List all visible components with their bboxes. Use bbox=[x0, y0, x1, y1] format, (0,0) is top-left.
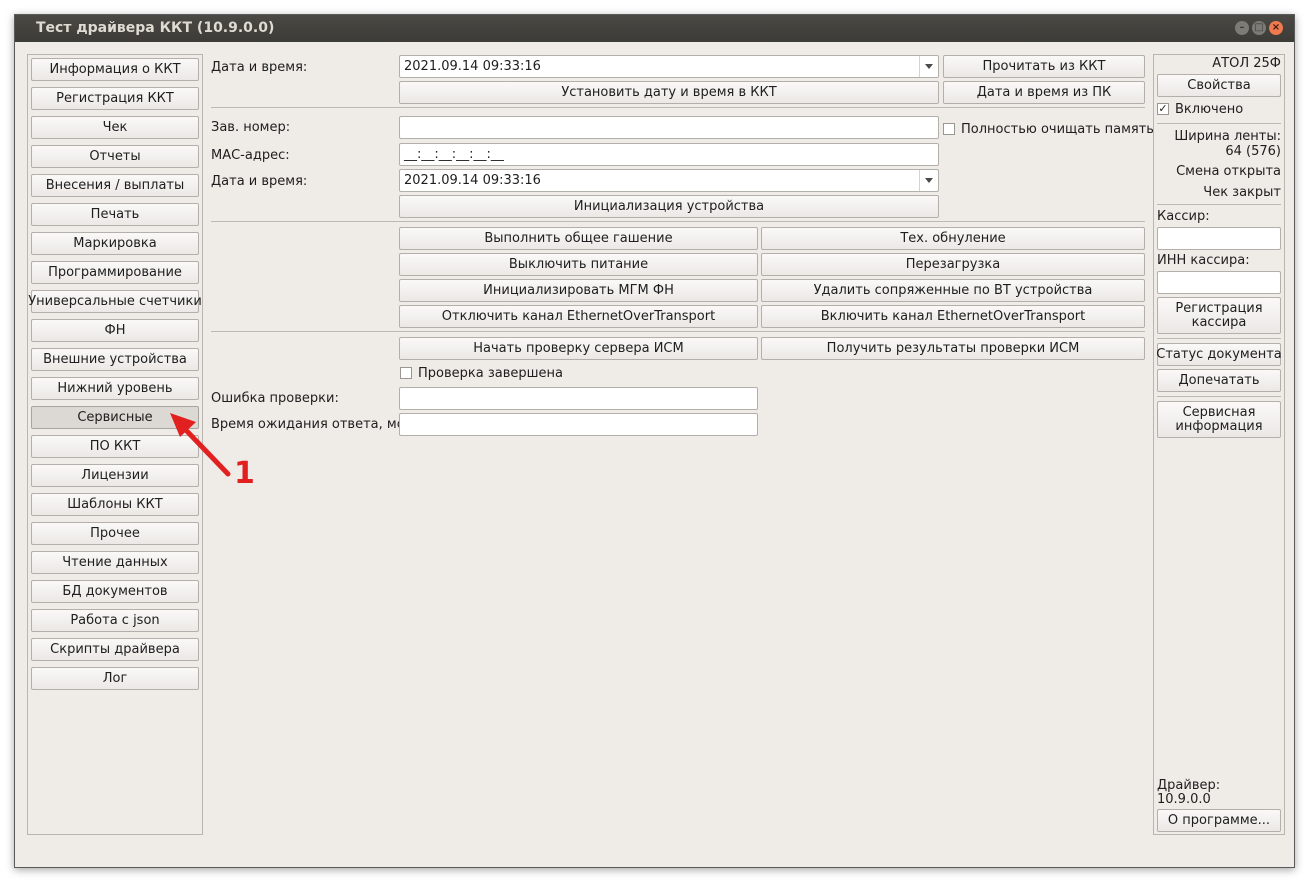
service-info-button[interactable]: Сервисная информация bbox=[1157, 401, 1281, 438]
sidebar-item-16[interactable]: Шаблоны ККТ bbox=[31, 493, 199, 516]
enabled-label: Включено bbox=[1175, 102, 1244, 117]
close-icon[interactable]: × bbox=[1269, 21, 1283, 35]
reprint-button[interactable]: Допечатать bbox=[1157, 369, 1281, 392]
sidebar-item-20[interactable]: Работа с json bbox=[31, 609, 199, 632]
datetime-from-pc-button[interactable]: Дата и время из ПК bbox=[943, 81, 1145, 104]
datetime-combo[interactable]: 2021.09.14 09:33:16 bbox=[399, 55, 939, 78]
separator bbox=[1157, 204, 1281, 205]
tech-reset-button[interactable]: Тех. обнуление bbox=[761, 227, 1145, 250]
separator bbox=[211, 221, 1145, 222]
minimize-icon[interactable]: – bbox=[1235, 21, 1249, 35]
mac-input[interactable]: __:__:__:__:__:__ bbox=[399, 143, 939, 166]
power-off-button[interactable]: Выключить питание bbox=[399, 253, 758, 276]
annotation-arrow-icon bbox=[170, 413, 231, 477]
serial-input[interactable] bbox=[399, 116, 939, 139]
check-done-label: Проверка завершена bbox=[418, 366, 563, 381]
cashier-inn-input[interactable] bbox=[1157, 271, 1281, 294]
init-datetime-combo[interactable]: 2021.09.14 09:33:16 bbox=[399, 169, 939, 192]
full-clear-checkbox[interactable] bbox=[943, 123, 955, 135]
init-datetime-label: Дата и время: bbox=[211, 174, 308, 189]
title-bar[interactable]: Тест драйвера ККТ (10.9.0.0) – □ × bbox=[15, 15, 1294, 42]
maximize-icon[interactable]: □ bbox=[1252, 21, 1266, 35]
init-datetime-value: 2021.09.14 09:33:16 bbox=[404, 173, 541, 188]
separator bbox=[1157, 123, 1281, 124]
sidebar-item-1[interactable]: Информация о ККТ bbox=[31, 58, 199, 81]
sidebar-item-3[interactable]: Чек bbox=[31, 116, 199, 139]
sidebar-item-12[interactable]: Нижний уровень bbox=[31, 377, 199, 400]
datetime-combo-value: 2021.09.14 09:33:16 bbox=[404, 59, 541, 74]
remove-bt-button[interactable]: Удалить сопряженные по BT устройства bbox=[761, 279, 1145, 302]
serial-label: Зав. номер: bbox=[211, 120, 291, 135]
device-model: АТОЛ 25Ф bbox=[1212, 56, 1281, 71]
about-button[interactable]: О программе... bbox=[1157, 809, 1281, 832]
check-done-checkbox[interactable] bbox=[400, 367, 412, 379]
full-clear-label: Полностью очищать память bbox=[961, 122, 1154, 137]
datetime-label: Дата и время: bbox=[211, 60, 308, 75]
start-ism-check-button[interactable]: Начать проверку сервера ИСМ bbox=[399, 337, 758, 360]
window-title: Тест драйвера ККТ (10.9.0.0) bbox=[36, 20, 275, 36]
read-datetime-button[interactable]: Прочитать из ККТ bbox=[943, 55, 1145, 78]
sidebar-item-17[interactable]: Прочее bbox=[31, 522, 199, 545]
separator bbox=[211, 107, 1145, 108]
sidebar-item-19[interactable]: БД документов bbox=[31, 580, 199, 603]
sidebar-item-7[interactable]: Маркировка bbox=[31, 232, 199, 255]
sidebar-item-5[interactable]: Внесения / выплаты bbox=[31, 174, 199, 197]
annotation-arrow-shaft bbox=[179, 423, 231, 477]
timeout-input[interactable] bbox=[399, 413, 758, 436]
receipt-status: Чек закрыт bbox=[1203, 185, 1281, 200]
sidebar-item-21[interactable]: Скрипты драйвера bbox=[31, 638, 199, 661]
separator bbox=[1157, 396, 1281, 397]
driver-label: Драйвер: bbox=[1157, 778, 1221, 793]
separator bbox=[211, 331, 1145, 332]
separator bbox=[1157, 338, 1281, 339]
cashier-inn-label: ИНН кассира: bbox=[1157, 253, 1250, 268]
register-cashier-button[interactable]: Регистрация кассира bbox=[1157, 297, 1281, 334]
sidebar-item-8[interactable]: Программирование bbox=[31, 261, 199, 284]
annotation-number: 1 bbox=[234, 456, 255, 491]
disable-eot-button[interactable]: Отключить канал EthernetOverTransport bbox=[399, 305, 758, 328]
tape-width-label: Ширина ленты: bbox=[1174, 129, 1281, 144]
set-datetime-button[interactable]: Установить дату и время в ККТ bbox=[399, 81, 939, 104]
enable-eot-button[interactable]: Включить канал EthernetOverTransport bbox=[761, 305, 1145, 328]
chevron-down-icon[interactable] bbox=[919, 56, 938, 77]
mac-label: МАС-адрес: bbox=[211, 148, 290, 163]
tape-width-value: 64 (576) bbox=[1225, 144, 1281, 159]
timeout-label: Время ожидания ответа, мс: bbox=[211, 417, 409, 432]
sidebar-item-4[interactable]: Отчеты bbox=[31, 145, 199, 168]
driver-version: 10.9.0.0 bbox=[1157, 792, 1211, 807]
general-clear-button[interactable]: Выполнить общее гашение bbox=[399, 227, 758, 250]
sidebar-item-22[interactable]: Лог bbox=[31, 667, 199, 690]
sidebar-item-18[interactable]: Чтение данных bbox=[31, 551, 199, 574]
cashier-input[interactable] bbox=[1157, 227, 1281, 250]
sidebar-item-2[interactable]: Регистрация ККТ bbox=[31, 87, 199, 110]
sidebar-item-11[interactable]: Внешние устройства bbox=[31, 348, 199, 371]
check-error-input[interactable] bbox=[399, 387, 758, 410]
sidebar-item-9[interactable]: Универсальные счетчики bbox=[28, 290, 202, 313]
shift-status: Смена открыта bbox=[1176, 164, 1281, 179]
get-ism-results-button[interactable]: Получить результаты проверки ИСМ bbox=[761, 337, 1145, 360]
reboot-button[interactable]: Перезагрузка bbox=[761, 253, 1145, 276]
init-device-button[interactable]: Инициализация устройства bbox=[399, 195, 939, 218]
chevron-down-icon[interactable] bbox=[919, 170, 938, 191]
sidebar-item-10[interactable]: ФН bbox=[31, 319, 199, 342]
sidebar-item-6[interactable]: Печать bbox=[31, 203, 199, 226]
properties-button[interactable]: Свойства bbox=[1157, 74, 1281, 97]
enabled-checkbox[interactable]: ✓ bbox=[1157, 103, 1169, 115]
init-mgm-button[interactable]: Инициализировать МГМ ФН bbox=[399, 279, 758, 302]
cashier-label: Кассир: bbox=[1157, 209, 1210, 224]
document-status-button[interactable]: Статус документа bbox=[1156, 343, 1282, 366]
